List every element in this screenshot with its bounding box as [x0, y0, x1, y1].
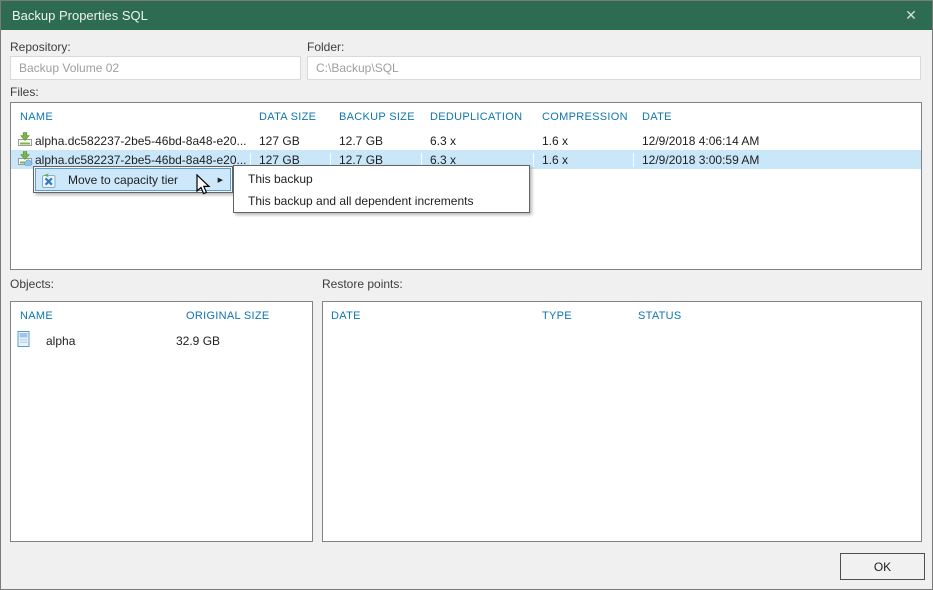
files-header-row: NAME DATA SIZE BACKUP SIZE DEDUPLICATION… [11, 103, 921, 131]
files-label: Files: [10, 85, 39, 99]
close-icon[interactable]: ✕ [889, 0, 933, 30]
files-col-deduplication[interactable]: DEDUPLICATION [421, 111, 533, 123]
capacity-tier-icon [41, 172, 57, 188]
object-original-size: 32.9 GB [176, 333, 221, 348]
file-compression: 1.6 x [542, 133, 569, 148]
file-dedup: 6.3 x [430, 133, 457, 148]
file-row-full-backup[interactable]: alpha.dc582237-2be5-46bd-8a48-e20... 127… [11, 131, 921, 150]
restore-points-header-row: DATE TYPE STATUS [323, 302, 921, 330]
objects-panel: NAME ORIGINAL SIZE alpha 32.9 GB [10, 301, 313, 542]
restore-col-status[interactable]: STATUS [629, 310, 921, 322]
dialog-title: Backup Properties SQL [12, 7, 148, 23]
restore-col-type[interactable]: TYPE [533, 310, 629, 322]
file-date: 12/9/2018 3:00:59 AM [633, 153, 921, 167]
files-col-data-size[interactable]: DATA SIZE [250, 111, 330, 123]
objects-col-name[interactable]: NAME [11, 310, 177, 322]
file-compression: 1.6 x [533, 153, 633, 167]
submenu-item-this-backup[interactable]: This backup [234, 168, 529, 190]
file-name: alpha.dc582237-2be5-46bd-8a48-e20... [35, 133, 247, 148]
restore-points-panel: DATE TYPE STATUS [322, 301, 922, 542]
backup-file-icon [17, 131, 33, 150]
menu-item-move-to-capacity-tier[interactable]: Move to capacity tier ▶ [35, 168, 231, 191]
object-row-alpha[interactable]: alpha 32.9 GB [11, 330, 312, 351]
objects-header-row: NAME ORIGINAL SIZE [11, 302, 312, 330]
files-col-name[interactable]: NAME [11, 111, 250, 123]
file-name: alpha.dc582237-2be5-46bd-8a48-e20... [35, 152, 247, 167]
menu-item-label: Move to capacity tier [68, 172, 179, 187]
file-backup-size: 12.7 GB [339, 133, 384, 148]
vm-database-icon [17, 331, 30, 350]
objects-col-original-size[interactable]: ORIGINAL SIZE [177, 310, 312, 322]
titlebar: Backup Properties SQL ✕ [0, 0, 933, 30]
repository-field[interactable] [10, 56, 301, 80]
context-menu: Move to capacity tier ▶ [33, 166, 233, 193]
ok-button[interactable]: OK [840, 553, 925, 580]
folder-label: Folder: [307, 40, 345, 54]
files-col-date[interactable]: DATE [633, 111, 921, 123]
backup-file-cloud-icon [17, 150, 33, 169]
folder-field[interactable] [307, 56, 921, 80]
submenu-arrow-icon: ▶ [217, 176, 223, 184]
restore-points-label: Restore points: [322, 277, 403, 291]
submenu-item-this-backup-and-increments[interactable]: This backup and all dependent increments [234, 190, 529, 212]
objects-label: Objects: [10, 277, 55, 291]
object-name: alpha [46, 333, 76, 348]
file-data-size: 127 GB [259, 133, 300, 148]
files-col-backup-size[interactable]: BACKUP SIZE [330, 111, 421, 123]
restore-col-date[interactable]: DATE [323, 310, 533, 322]
backup-properties-dialog: Backup Properties SQL ✕ Repository: Fold… [0, 0, 933, 590]
file-date: 12/9/2018 4:06:14 AM [642, 133, 760, 148]
capacity-tier-submenu: This backup This backup and all dependen… [233, 165, 530, 213]
repository-label: Repository: [10, 40, 71, 54]
files-col-compression[interactable]: COMPRESSION [533, 111, 633, 123]
